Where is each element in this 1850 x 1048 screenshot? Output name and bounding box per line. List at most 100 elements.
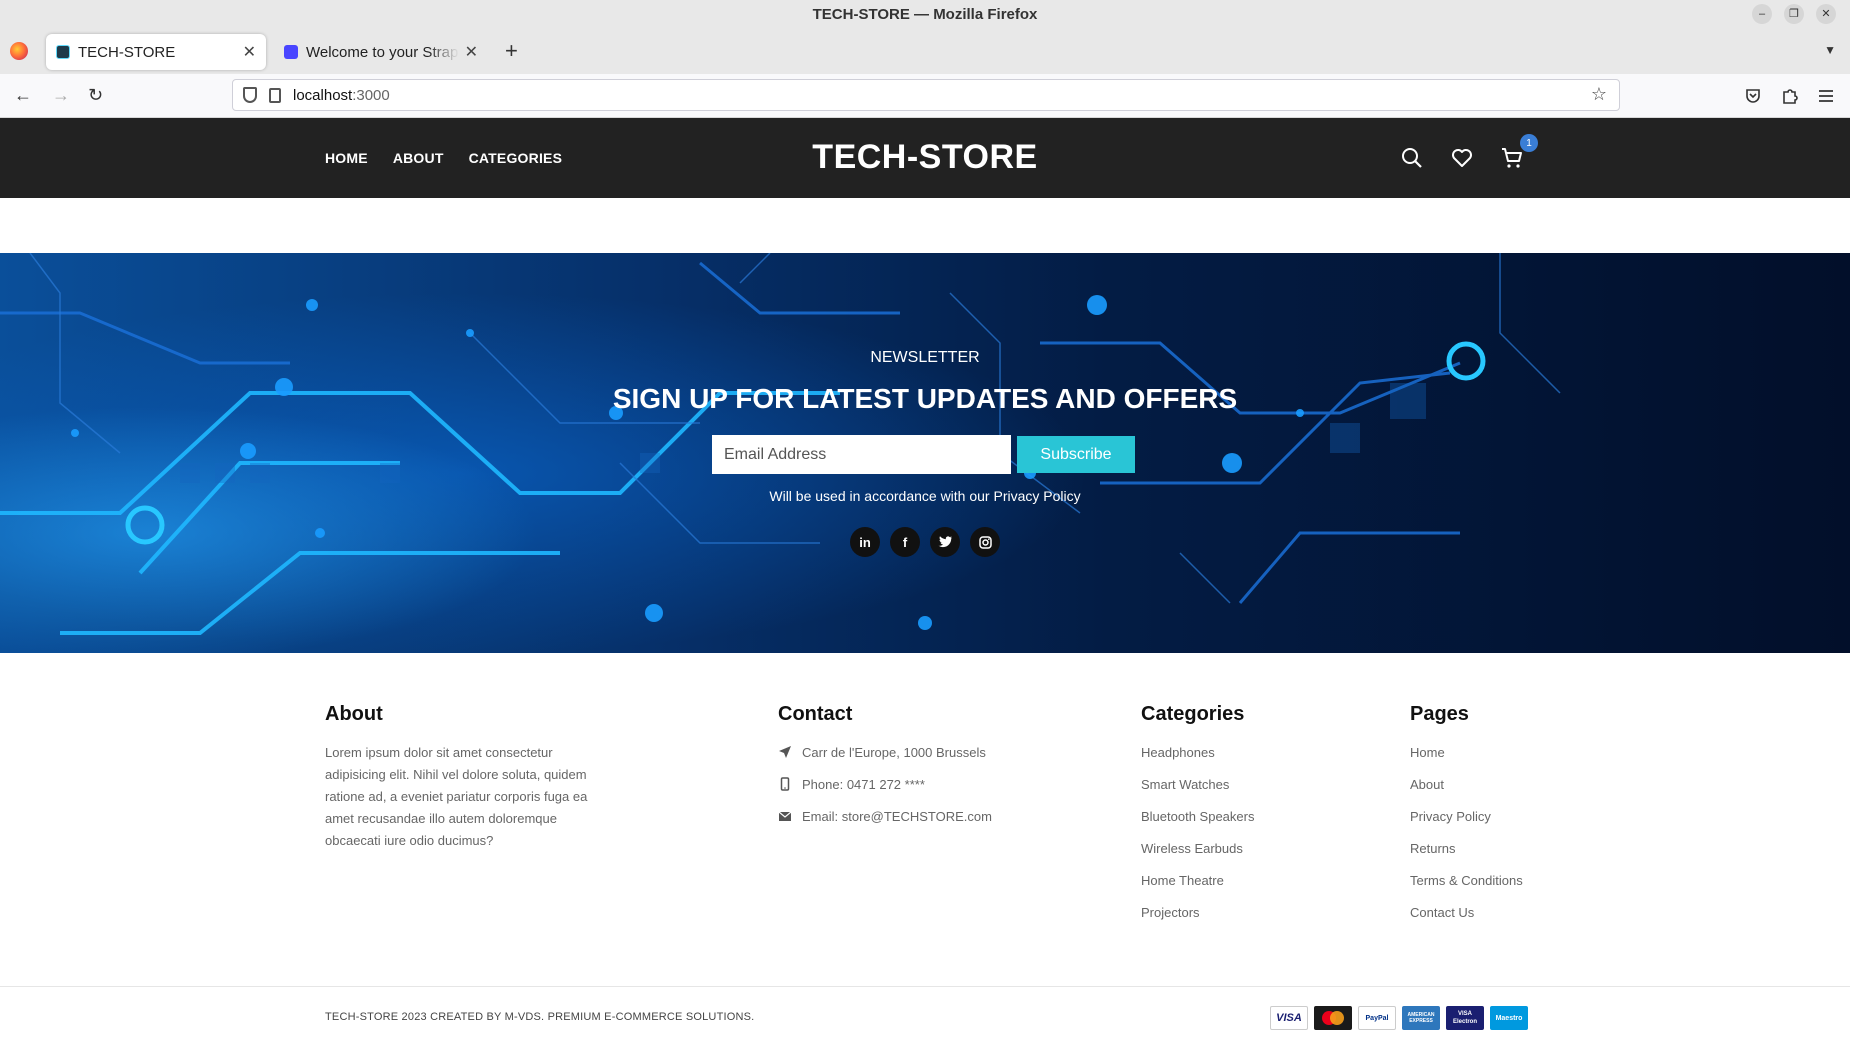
contact-phone: Phone: 0471 272 ****: [778, 768, 992, 800]
newsletter-form: Subscribe: [712, 435, 1135, 474]
linkedin-icon[interactable]: in: [850, 527, 880, 557]
pages-list: Home About Privacy Policy Returns Terms …: [1410, 736, 1523, 928]
heart-icon[interactable]: [1450, 146, 1474, 170]
footer-categories: Categories Headphones Smart Watches Blue…: [1141, 703, 1254, 928]
tab-strapi[interactable]: Welcome to your Strapi app ✕: [274, 34, 488, 70]
bookmark-star-icon[interactable]: ☆: [1591, 84, 1607, 105]
restore-icon[interactable]: ❐: [1784, 4, 1804, 24]
search-icon[interactable]: [1400, 146, 1424, 170]
copyright-text: TECH-STORE 2023 CREATED BY M-VDS. PREMIU…: [325, 1011, 755, 1023]
cart-icon[interactable]: 1: [1500, 134, 1538, 170]
minimize-icon[interactable]: –: [1752, 4, 1772, 24]
visa-electron-icon: VISA Electron: [1446, 1006, 1484, 1030]
tab-label: Welcome to your Strapi app: [306, 43, 459, 61]
list-item: Contact Us: [1410, 896, 1523, 928]
footer-categories-title: Categories: [1141, 703, 1245, 725]
window-controls: – ❐ ✕: [1752, 4, 1836, 24]
page-link-returns[interactable]: Returns: [1410, 841, 1456, 856]
categories-list: Headphones Smart Watches Bluetooth Speak…: [1141, 736, 1254, 928]
contact-phone-text: Phone: 0471 272 ****: [802, 776, 925, 792]
page-info-icon[interactable]: [269, 87, 281, 103]
footer-pages: Pages Home About Privacy Policy Returns …: [1410, 703, 1523, 928]
pocket-icon[interactable]: [1744, 87, 1762, 105]
close-tab-icon[interactable]: ✕: [243, 42, 256, 62]
payment-methods: VISA PayPal AMERICAN EXPRESS VISA Electr…: [1270, 1006, 1528, 1030]
close-tab-icon[interactable]: ✕: [465, 42, 478, 62]
url-text[interactable]: localhost:3000: [293, 87, 390, 104]
mastercard-icon: [1314, 1006, 1352, 1030]
category-link-projectors[interactable]: Projectors: [1141, 905, 1200, 920]
page-link-terms[interactable]: Terms & Conditions: [1410, 873, 1523, 888]
footer-about: About Lorem ipsum dolor sit amet consect…: [325, 703, 605, 852]
header-actions: 1: [1400, 118, 1538, 198]
address-bar[interactable]: localhost:3000 ☆: [232, 79, 1620, 111]
cart-count-badge: 1: [1520, 134, 1538, 152]
newsletter-content: NEWSLETTER SIGN UP FOR LATEST UPDATES AN…: [0, 253, 1850, 653]
back-arrow-icon[interactable]: ←: [14, 84, 32, 106]
window-title: TECH-STORE — Mozilla Firefox: [812, 5, 1038, 23]
footer-contact-title: Contact: [778, 703, 853, 725]
extensions-icon[interactable]: [1781, 86, 1799, 106]
page-link-privacy-policy[interactable]: Privacy Policy: [1410, 809, 1491, 824]
envelope-icon: [778, 811, 792, 821]
category-link-wireless-earbuds[interactable]: Wireless Earbuds: [1141, 841, 1243, 856]
page-link-about[interactable]: About: [1410, 777, 1444, 792]
list-item: Terms & Conditions: [1410, 864, 1523, 896]
contact-email: Email: store@TECHSTORE.com: [778, 800, 992, 832]
contact-list: Carr de l'Europe, 1000 Brussels Phone: 0…: [778, 736, 992, 832]
category-link-headphones[interactable]: Headphones: [1141, 745, 1215, 760]
list-item: Returns: [1410, 832, 1523, 864]
list-item: Wireless Earbuds: [1141, 832, 1254, 864]
list-item: Home Theatre: [1141, 864, 1254, 896]
social-links: in f: [850, 527, 1000, 557]
category-link-home-theatre[interactable]: Home Theatre: [1141, 873, 1224, 888]
close-window-icon[interactable]: ✕: [1816, 4, 1836, 24]
amex-icon: AMERICAN EXPRESS: [1402, 1006, 1440, 1030]
tab-label: TECH-STORE: [78, 43, 176, 61]
privacy-note: Will be used in accordance with our Priv…: [769, 488, 1081, 504]
brand-logo[interactable]: TECH-STORE: [0, 138, 1850, 177]
twitter-icon[interactable]: [930, 527, 960, 557]
location-arrow-icon: [779, 746, 791, 758]
hamburger-menu-icon[interactable]: [1817, 87, 1835, 105]
newsletter-heading: SIGN UP FOR LATEST UPDATES AND OFFERS: [612, 383, 1238, 414]
tab-tech-store[interactable]: TECH-STORE ✕: [46, 34, 266, 70]
list-item: Home: [1410, 736, 1523, 768]
navigation-toolbar: ← → ↻ localhost:3000 ☆: [0, 74, 1850, 118]
contact-address-text: Carr de l'Europe, 1000 Brussels: [802, 744, 986, 760]
new-tab-icon[interactable]: +: [505, 40, 518, 62]
page-link-contact-us[interactable]: Contact Us: [1410, 905, 1474, 920]
instagram-icon[interactable]: [970, 527, 1000, 557]
strapi-icon: [284, 45, 298, 59]
footer-divider: [0, 986, 1850, 987]
category-link-bluetooth-speakers[interactable]: Bluetooth Speakers: [1141, 809, 1254, 824]
paypal-icon: PayPal: [1358, 1006, 1396, 1030]
visa-icon: VISA: [1270, 1006, 1308, 1030]
react-icon: [56, 45, 70, 59]
reload-icon[interactable]: ↻: [88, 84, 103, 106]
window-titlebar: TECH-STORE — Mozilla Firefox – ❐ ✕: [0, 0, 1850, 28]
tab-strip: TECH-STORE ✕ Welcome to your Strapi app …: [0, 28, 1850, 74]
footer-about-text: Lorem ipsum dolor sit amet consectetur a…: [325, 745, 588, 848]
contact-address: Carr de l'Europe, 1000 Brussels: [778, 736, 992, 768]
list-all-tabs-icon[interactable]: ▼: [1824, 43, 1836, 57]
site-header: HOME ABOUT CATEGORIES TECH-STORE 1: [0, 118, 1850, 198]
url-host: localhost: [293, 86, 353, 104]
facebook-icon[interactable]: f: [890, 527, 920, 557]
list-item: Privacy Policy: [1410, 800, 1523, 832]
forward-arrow-icon[interactable]: →: [52, 84, 70, 106]
category-link-smart-watches[interactable]: Smart Watches: [1141, 777, 1229, 792]
mobile-phone-icon: [780, 777, 790, 791]
page-link-home[interactable]: Home: [1410, 745, 1445, 760]
newsletter-section: NEWSLETTER SIGN UP FOR LATEST UPDATES AN…: [0, 253, 1850, 653]
email-field[interactable]: [712, 435, 1011, 474]
footer-contact: Contact Carr de l'Europe, 1000 Brussels …: [778, 703, 992, 832]
tracking-protection-icon[interactable]: [243, 87, 257, 103]
firefox-view-icon[interactable]: [10, 42, 28, 60]
contact-email-text: Email: store@TECHSTORE.com: [802, 808, 992, 824]
list-item: Projectors: [1141, 896, 1254, 928]
list-item: About: [1410, 768, 1523, 800]
list-item: Bluetooth Speakers: [1141, 800, 1254, 832]
maestro-icon: Maestro: [1490, 1006, 1528, 1030]
subscribe-button[interactable]: Subscribe: [1017, 436, 1135, 473]
